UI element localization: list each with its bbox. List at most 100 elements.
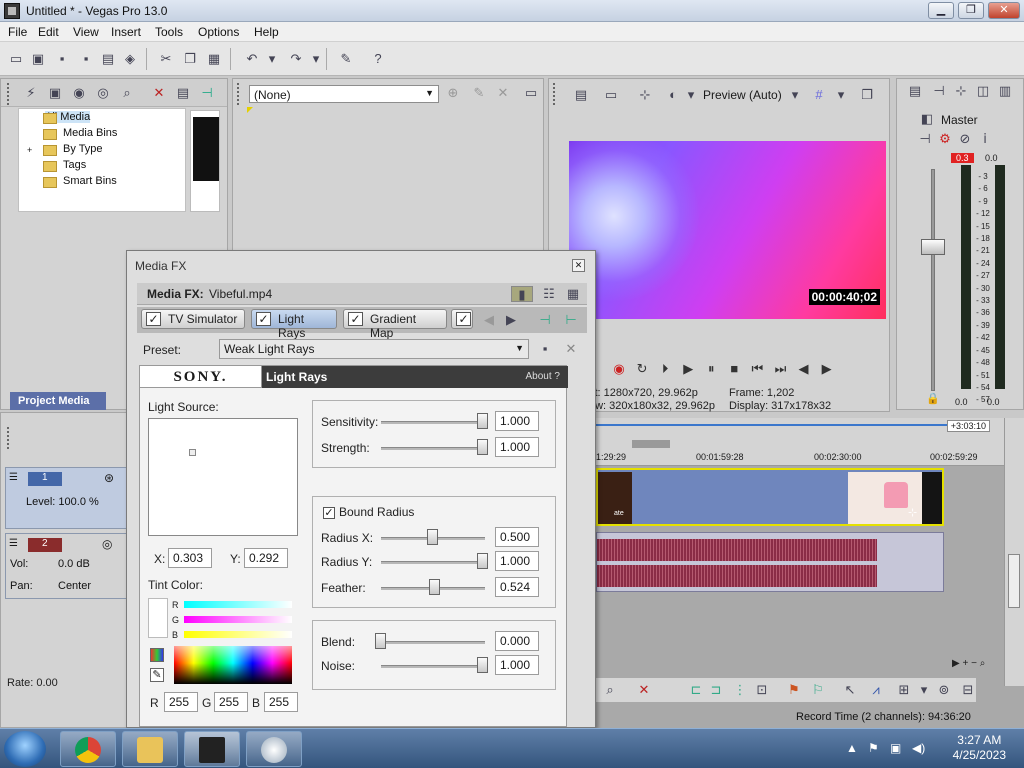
feather-input[interactable]: 0.524 (495, 577, 539, 597)
video-event[interactable]: ate ⊹ (596, 468, 944, 526)
volume-icon[interactable]: ◀) (912, 741, 925, 755)
record-icon[interactable]: ◉ (609, 361, 629, 377)
trim-start-icon[interactable]: ⊏ (688, 682, 704, 698)
trimmer-media-select[interactable]: (None) ▼ (249, 85, 439, 103)
fx-chain-gradient-map[interactable]: ✓ Gradient Map (343, 309, 447, 340)
close-button[interactable]: ✕ (988, 2, 1020, 19)
media-fx-icon[interactable]: ⊣ (199, 85, 215, 101)
trim-end-icon[interactable]: ⊐ (708, 682, 724, 698)
light-source-picker[interactable] (148, 418, 298, 536)
external-monitor-icon[interactable]: ▭ (603, 87, 619, 103)
trimmer-tool-icon[interactable]: ✎ (471, 85, 487, 101)
zoom-controls[interactable]: ▶ + − ⌕ (952, 658, 1012, 672)
menu-help[interactable]: Help (254, 25, 279, 39)
chevron-down-icon[interactable]: ▾ (916, 682, 932, 698)
noise-slider[interactable] (381, 665, 485, 668)
menu-insert[interactable]: Insert (111, 25, 141, 39)
eyedropper-icon[interactable]: ✎ (150, 668, 164, 682)
panel-grip[interactable] (237, 83, 241, 105)
tint-r-slider[interactable] (184, 601, 292, 608)
track-motion-icon[interactable]: ⊛ (104, 471, 114, 485)
mixer-properties-icon[interactable]: ▤ (907, 83, 923, 99)
vegas-app-icon[interactable] (4, 3, 20, 19)
play-icon[interactable]: ▶ (678, 361, 698, 377)
sensitivity-slider[interactable] (381, 421, 485, 424)
scrollbar-thumb[interactable] (1008, 554, 1020, 608)
stop-icon[interactable]: ■ (724, 361, 744, 376)
loop-region-bar[interactable] (596, 424, 950, 426)
open-folder-icon[interactable]: ▣ (30, 51, 46, 67)
menu-tools[interactable]: Tools (155, 25, 183, 39)
menu-options[interactable]: Options (198, 25, 239, 39)
radius-y-input[interactable]: 1.000 (495, 551, 539, 571)
pause-icon[interactable]: ⏸ (701, 361, 721, 377)
feather-slider-handle[interactable] (429, 579, 440, 595)
radius-y-slider[interactable] (381, 561, 485, 564)
expand-icon[interactable]: + (27, 145, 32, 155)
properties-icon[interactable]: ▤ (100, 51, 116, 67)
plugin-chain-view-icon[interactable]: ▮ (511, 286, 533, 302)
cut-icon[interactable]: ✂ (158, 51, 174, 67)
marker-icon[interactable]: ⚑ (786, 682, 802, 698)
tree-item-smart-bins[interactable]: Smart Bins (63, 175, 117, 187)
rgb-g-input[interactable]: 255 (214, 692, 248, 712)
checkmark-icon[interactable]: ✓ (348, 312, 363, 326)
new-file-icon[interactable]: ▭ (8, 51, 24, 67)
whats-this-help-icon[interactable]: ? (370, 51, 386, 67)
bound-radius-checkbox[interactable]: ✓ (323, 507, 335, 519)
event-fx-icon[interactable]: ⊹ (908, 506, 917, 519)
master-bus-icon[interactable]: ◧ (919, 111, 935, 127)
network-icon[interactable]: ▣ (890, 741, 901, 755)
tint-color-swatch[interactable] (148, 598, 168, 638)
time-ruler[interactable]: +3:03:10 1:29:29 00:01:59:28 00:02:30:00… (596, 418, 1024, 466)
tint-b-slider[interactable] (184, 631, 292, 638)
maximize-button[interactable]: ❐ (958, 2, 984, 19)
preset-select[interactable]: Weak Light Rays ▼ (219, 339, 529, 359)
panel-grip[interactable] (553, 83, 557, 105)
tree-item-by-type[interactable]: By Type (63, 143, 103, 155)
previous-frame-icon[interactable]: ◀ (794, 361, 814, 377)
track-fx-icon[interactable]: ◎ (102, 537, 112, 551)
remove-plugin-icon[interactable]: ⊢ (563, 312, 579, 328)
media-thumbnail[interactable] (193, 117, 219, 181)
lock-icon[interactable]: 🔒 (925, 391, 941, 407)
collapse-track-icon[interactable]: ☰ (9, 538, 18, 549)
copy-snapshot-icon[interactable]: ❐ (859, 87, 875, 103)
redo-icon[interactable]: ↷ (288, 51, 304, 67)
envelope-tool-icon[interactable]: ⩘ (868, 682, 884, 698)
media-properties-icon[interactable]: ▤ (175, 85, 191, 101)
snapping-icon[interactable]: ⊟ (960, 682, 976, 698)
lock-event-icon[interactable]: ⊡ (754, 682, 770, 698)
taskbar-explorer[interactable] (122, 731, 178, 767)
fx-chain-overflow[interactable]: ✓ (451, 309, 473, 329)
delete-event-icon[interactable]: ✕ (636, 682, 652, 698)
tree-item-tags[interactable]: Tags (63, 159, 86, 171)
zoom-tool-icon[interactable]: ⌕ (980, 658, 986, 669)
preview-fx-icon[interactable]: ⊹ (637, 87, 653, 103)
taskbar-installer[interactable] (246, 731, 302, 767)
mixer-meters-icon[interactable]: ▥ (997, 83, 1013, 99)
save-preset-icon[interactable]: ▪ (537, 341, 553, 357)
split-screen-icon[interactable]: ◐ (665, 87, 681, 103)
noise-input[interactable]: 1.000 (495, 655, 539, 675)
checkmark-icon[interactable]: ✓ (456, 312, 471, 326)
audio-track-header[interactable]: ☰ 2 ◎ Vol: 0.0 dB Pan: Center (5, 533, 129, 599)
pan-value[interactable]: Center (58, 580, 91, 592)
blend-slider-handle[interactable] (375, 633, 386, 649)
action-center-flag-icon[interactable]: ⚑ (868, 741, 879, 755)
grid-view-icon[interactable]: ▦ (565, 286, 581, 302)
trimmer-clear-icon[interactable]: ✕ (495, 85, 511, 101)
redo-dropdown-icon[interactable]: ▾ (308, 51, 324, 67)
get-media-icon[interactable]: ◉ (71, 85, 87, 101)
split-icon[interactable]: ⋮ (732, 682, 748, 698)
zoom-out-icon[interactable]: − (971, 658, 980, 669)
menu-edit[interactable]: Edit (38, 25, 59, 39)
delete-preset-icon[interactable]: ✕ (563, 341, 579, 357)
zoom-edit-icon[interactable]: ⌕ (602, 682, 618, 698)
capture-icon[interactable]: ▣ (47, 85, 63, 101)
system-clock[interactable]: 3:27 AM 4/25/2023 (953, 733, 1006, 763)
mixer-fx-icon[interactable]: ⊹ (953, 83, 969, 99)
downmix-icon[interactable]: ◫ (975, 83, 991, 99)
x-input[interactable]: 0.303 (168, 548, 212, 568)
radius-x-input[interactable]: 0.500 (495, 527, 539, 547)
